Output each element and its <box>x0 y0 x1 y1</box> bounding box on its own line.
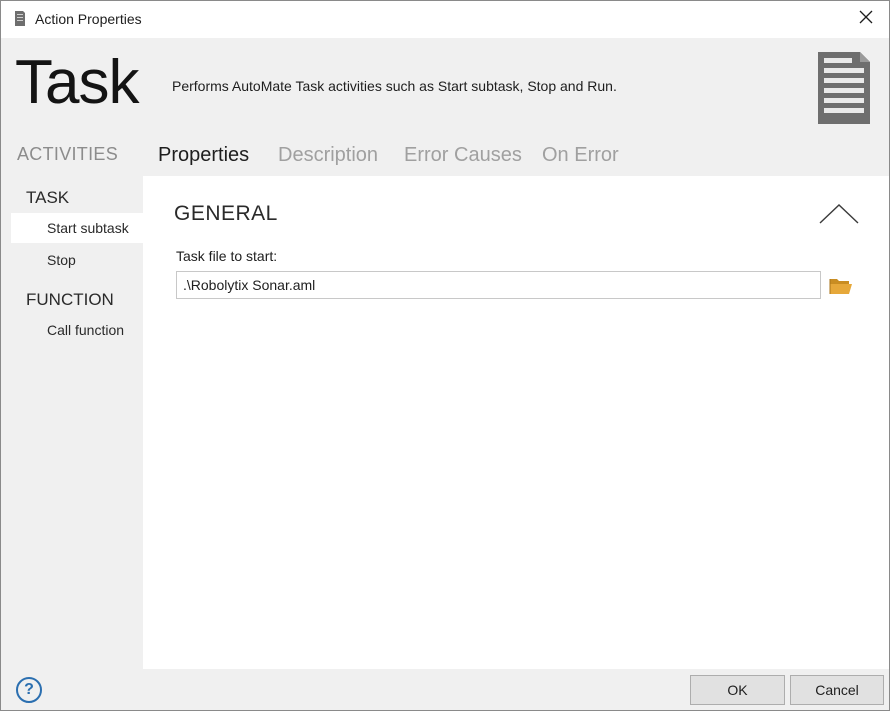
help-button[interactable]: ? <box>16 677 42 703</box>
browse-button[interactable] <box>829 276 853 296</box>
tab-description[interactable]: Description <box>278 144 378 167</box>
section-title-general: GENERAL <box>174 202 278 225</box>
sidebar-item-label: Stop <box>47 252 76 268</box>
notepad-icon <box>816 48 872 131</box>
help-icon: ? <box>24 681 34 698</box>
tab-on-error[interactable]: On Error <box>542 144 619 167</box>
chevron-up-icon <box>818 204 860 230</box>
ok-button[interactable]: OK <box>690 675 785 705</box>
tab-properties[interactable]: Properties <box>158 144 249 167</box>
sidebar-item-label: Start subtask <box>47 220 129 236</box>
document-icon <box>14 11 26 31</box>
page-description: Performs AutoMate Task activities such a… <box>172 78 617 94</box>
activities-heading: ACTIVITIES <box>17 144 119 164</box>
task-file-label: Task file to start: <box>176 248 278 264</box>
window-title: Action Properties <box>35 11 142 27</box>
task-file-input[interactable] <box>176 271 821 299</box>
folder-icon <box>829 279 853 300</box>
action-properties-window: Action Properties Task Performs AutoMate… <box>0 0 890 711</box>
page-title: Task <box>15 48 139 117</box>
sidebar-item-call-function[interactable]: Call function <box>11 315 143 345</box>
group-title-function: FUNCTION <box>26 290 114 309</box>
close-button[interactable] <box>843 1 889 38</box>
collapse-section-button[interactable] <box>818 202 860 226</box>
sidebar-item-start-subtask[interactable]: Start subtask <box>11 213 143 243</box>
sidebar-item-stop[interactable]: Stop <box>11 245 143 275</box>
close-icon <box>859 10 873 29</box>
sidebar-item-label: Call function <box>47 322 125 338</box>
group-title-task: TASK <box>26 188 70 207</box>
tab-error-causes[interactable]: Error Causes <box>404 144 522 167</box>
cancel-button[interactable]: Cancel <box>790 675 884 705</box>
title-bar: Action Properties <box>1 1 889 38</box>
properties-panel: GENERAL Task file to start: <box>143 176 889 669</box>
